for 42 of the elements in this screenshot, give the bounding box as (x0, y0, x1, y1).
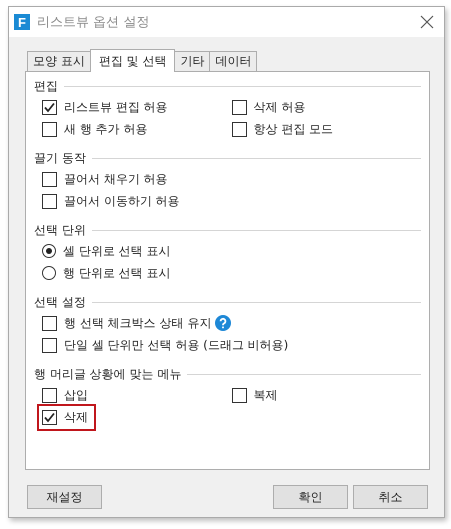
group-title: 행 머리글 상황에 맞는 메뉴 (34, 366, 182, 382)
option-label: 삭제 허용 (254, 98, 306, 116)
option-label: 항상 편집 모드 (254, 120, 334, 138)
checkbox[interactable] (42, 100, 57, 114)
window-title: 리스트뷰 옵션 설정 (37, 14, 150, 31)
option-label: 행 단위로 선택 표시 (63, 264, 170, 282)
tab[interactable]: 편집 및 선택 (90, 49, 176, 72)
option-label: 셀 단위로 선택 표시 (63, 242, 170, 260)
option-label: 새 행 추가 허용 (64, 120, 148, 138)
tab[interactable]: 모양 표시 (27, 51, 91, 71)
checkbox[interactable] (42, 388, 57, 402)
option-label: 삭제 (64, 408, 88, 426)
option-label: 끌어서 이동하기 허용 (64, 192, 180, 210)
option-label: 삽입 (64, 386, 88, 404)
checkbox[interactable] (42, 410, 57, 424)
checkbox[interactable] (42, 194, 57, 208)
group-title: 선택 설정 (34, 294, 86, 310)
dialog-button[interactable]: 취소 (353, 485, 428, 509)
help-icon[interactable] (215, 315, 232, 331)
checkbox[interactable] (42, 172, 57, 186)
close-icon[interactable] (420, 15, 434, 29)
group-title: 끌기 동작 (34, 150, 86, 166)
checkbox[interactable] (42, 338, 57, 352)
tab[interactable]: 기타 (174, 51, 210, 71)
app-logo: F (14, 14, 30, 30)
option-label: 끌어서 채우기 허용 (64, 170, 168, 188)
option-label: 리스트뷰 편집 허용 (64, 98, 168, 116)
radio-button[interactable] (42, 266, 56, 280)
dialog-button[interactable]: 확인 (273, 485, 348, 509)
option-label: 복제 (254, 386, 278, 404)
reset-button[interactable]: 재설정 (27, 485, 102, 509)
tab[interactable]: 데이터 (209, 51, 258, 71)
option-label: 행 선택 체크박스 상태 유지 (64, 314, 212, 332)
checkbox[interactable] (42, 122, 57, 136)
group-title: 선택 단위 (34, 222, 86, 238)
checkbox[interactable] (232, 388, 246, 402)
group-title: 편집 (34, 78, 58, 94)
checkbox[interactable] (232, 122, 246, 136)
checkbox[interactable] (232, 100, 246, 114)
radio-button[interactable] (42, 244, 56, 258)
option-label: 단일 셀 단위만 선택 허용 (드래그 비허용) (64, 336, 288, 354)
checkbox[interactable] (42, 316, 57, 330)
